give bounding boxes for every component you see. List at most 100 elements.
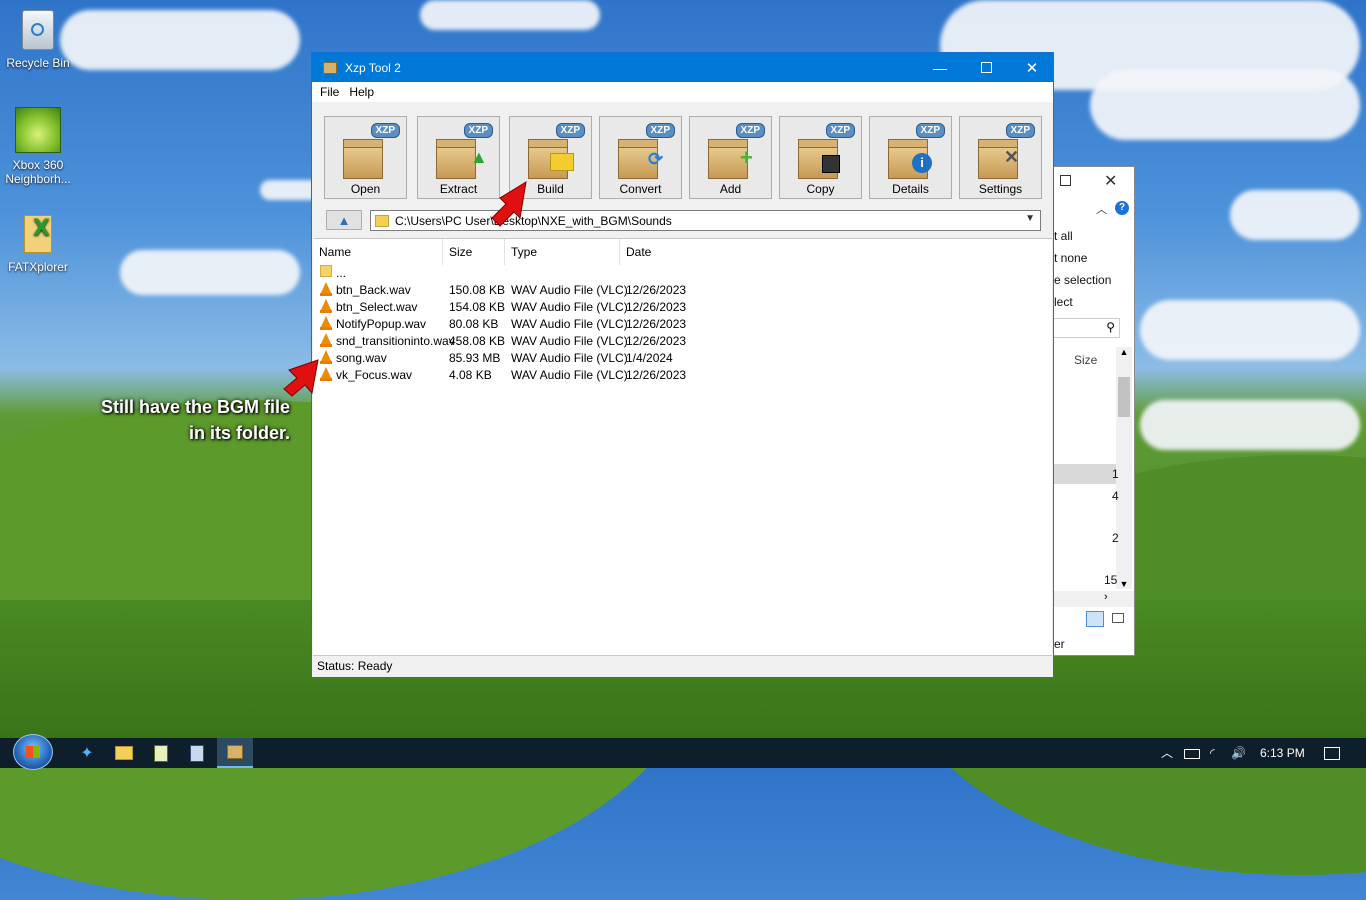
add-button[interactable]: + XZP Add — [689, 116, 772, 199]
annotation-line-2: in its folder. — [188, 423, 290, 443]
desktop-icon-fatxplorer[interactable]: X FATXplorer — [0, 212, 76, 274]
fatxplorer-icon: X — [16, 212, 60, 256]
file-date: 12/26/2023 — [626, 368, 687, 382]
list-item[interactable]: vk_Focus.wav 4.08 KB WAV Audio File (VLC… — [313, 367, 1052, 384]
battery-icon[interactable] — [1184, 738, 1200, 768]
open-button[interactable]: XZP Open — [324, 116, 407, 199]
file-size: 4.08 KB — [449, 368, 492, 382]
file-date: 12/26/2023 — [626, 334, 687, 348]
file-list[interactable]: Name Size Type Date ... btn_Back.wav 150… — [313, 238, 1052, 657]
annotation-text: Still have the BGM file in its folder. — [60, 394, 290, 446]
status-bar: Status: Ready — [313, 655, 1052, 676]
recycle-bin-icon — [16, 8, 60, 52]
build-folder-icon — [528, 135, 574, 179]
up-folder-button[interactable]: ▲ — [326, 210, 362, 230]
vlc-icon — [320, 333, 332, 347]
path-bar: ▲ C:\Users\PC User\Desktop\NXE_with_BGM\… — [326, 210, 1041, 232]
chevron-down-icon[interactable]: ▼ — [1025, 213, 1035, 224]
menu-help[interactable]: Help — [344, 85, 379, 99]
toolbar-label: Add — [719, 182, 742, 196]
title-bar[interactable]: Xzp Tool 2 — ✕ — [312, 53, 1053, 82]
list-item[interactable]: song.wav 85.93 MB WAV Audio File (VLC) 1… — [313, 350, 1052, 367]
xzp-badge: XZP — [735, 123, 765, 138]
search-icon: ⚲ — [1106, 320, 1115, 334]
file-type: WAV Audio File (VLC) — [511, 283, 628, 297]
close-button[interactable]: ✕ — [1009, 53, 1055, 82]
large-icons-view-icon[interactable] — [1112, 613, 1124, 623]
list-item[interactable]: NotifyPopup.wav 80.08 KB WAV Audio File … — [313, 316, 1052, 333]
column-header-size[interactable]: Size — [443, 239, 505, 265]
xzp-tool-window[interactable]: Xzp Tool 2 — ✕ File Help XZP Open ▲ XZP … — [311, 52, 1054, 678]
list-header: Name Size Type Date — [313, 239, 1052, 265]
menu-file[interactable]: File — [315, 85, 344, 99]
windows-logo-icon — [26, 746, 40, 758]
maximize-button[interactable] — [963, 53, 1009, 82]
scroll-thumb[interactable] — [1118, 377, 1130, 417]
scroll-up-icon[interactable]: ▲ — [1116, 347, 1132, 357]
convert-button[interactable]: ⟳ XZP Convert — [599, 116, 682, 199]
app-icon — [323, 61, 337, 74]
status-text-partial: er — [1054, 637, 1065, 651]
copy-disk-icon — [798, 135, 844, 179]
chevron-up-icon[interactable]: ︿ — [1096, 201, 1107, 217]
column-header-name[interactable]: Name — [313, 239, 443, 265]
extract-button[interactable]: ▲ XZP Extract — [417, 116, 500, 199]
vlc-icon — [320, 350, 332, 364]
volume-icon[interactable]: 🔊 — [1231, 738, 1246, 768]
list-item[interactable]: snd_transitioninto.wav 458.08 KB WAV Aud… — [313, 333, 1052, 350]
desktop-icon-xbox-360-neighborhood[interactable]: Xbox 360 Neighborh... — [0, 106, 76, 186]
vlc-icon — [320, 299, 332, 313]
scroll-right-icon[interactable]: › — [1104, 591, 1108, 603]
column-header-type[interactable]: Type — [505, 239, 620, 265]
selected-row-highlight — [1054, 464, 1116, 484]
taskbar-file-explorer[interactable] — [113, 738, 135, 768]
xzp-badge: XZP — [370, 123, 400, 138]
clock[interactable]: 6:13 PM — [1260, 738, 1305, 768]
help-icon[interactable]: ? — [1115, 201, 1129, 215]
list-item[interactable]: btn_Back.wav 150.08 KB WAV Audio File (V… — [313, 282, 1052, 299]
menu-select-all[interactable]: t all — [1054, 229, 1134, 243]
background-explorer-window[interactable]: ✕ ︿ ? t all t none e selection lect ⚲ Si… — [1054, 166, 1135, 656]
chevron-up-icon[interactable]: ︿ — [1161, 738, 1173, 768]
xzp-badge: XZP — [825, 123, 855, 138]
build-button[interactable]: XZP Build — [509, 116, 592, 199]
minimize-button[interactable]: — — [917, 53, 963, 82]
file-name: vk_Focus.wav — [336, 368, 413, 382]
toolbar-label: Settings — [978, 182, 1023, 196]
desktop-icon-label: Xbox 360 Neighborh... — [5, 158, 71, 186]
wifi-icon[interactable]: ◜ — [1210, 738, 1215, 768]
desktop-icon-recycle-bin[interactable]: Recycle Bin — [0, 8, 76, 70]
settings-button[interactable]: ✕ XZP Settings — [959, 116, 1042, 199]
xzp-badge: XZP — [915, 123, 945, 138]
maximize-icon[interactable] — [1060, 175, 1071, 186]
toolbar-label: Copy — [806, 182, 835, 196]
file-date: 12/26/2023 — [626, 283, 687, 297]
taskbar-xzp-tool[interactable] — [217, 738, 253, 768]
open-box-icon — [343, 135, 389, 179]
menu-invert-selection[interactable]: e selection — [1054, 273, 1134, 287]
search-box[interactable]: ⚲ — [1054, 318, 1120, 338]
taskbar-app-1[interactable]: ✦ — [76, 738, 98, 768]
taskbar-app-4[interactable] — [186, 738, 208, 768]
menu-select[interactable]: lect — [1054, 295, 1134, 309]
file-type: WAV Audio File (VLC) — [511, 317, 628, 331]
start-button[interactable] — [13, 734, 53, 770]
desktop-icon-label: Recycle Bin — [6, 56, 70, 70]
xzp-badge: XZP — [463, 123, 493, 138]
details-view-icon[interactable] — [1086, 611, 1104, 627]
details-button[interactable]: i XZP Details — [869, 116, 952, 199]
taskbar-notepad[interactable] — [150, 738, 172, 768]
folder-icon — [115, 746, 133, 760]
path-combobox[interactable]: C:\Users\PC User\Desktop\NXE_with_BGM\So… — [370, 210, 1041, 231]
list-item[interactable]: ... — [313, 265, 1052, 282]
column-header-date[interactable]: Date — [620, 239, 740, 265]
list-item[interactable]: btn_Select.wav 154.08 KB WAV Audio File … — [313, 299, 1052, 316]
close-icon[interactable]: ✕ — [1104, 171, 1117, 191]
menu-bar: File Help — [312, 82, 1053, 102]
notification-icon[interactable] — [1324, 738, 1340, 768]
copy-button[interactable]: XZP Copy — [779, 116, 862, 199]
horizontal-scrollbar[interactable]: › — [1054, 591, 1134, 607]
toolbar-label: Details — [892, 182, 929, 196]
up-arrow-icon: ▲ — [337, 212, 351, 228]
menu-select-none[interactable]: t none — [1054, 251, 1134, 265]
